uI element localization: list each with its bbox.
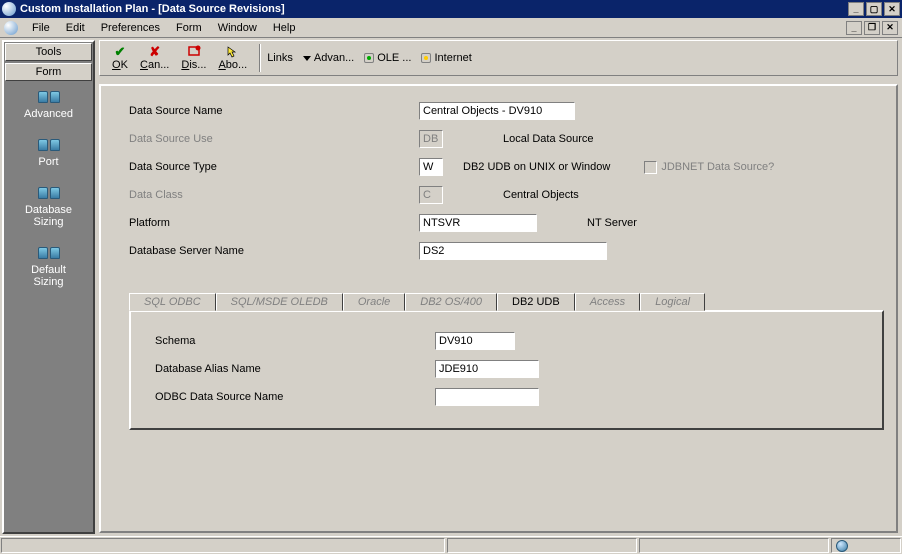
label-ds-use: Data Source Use xyxy=(129,133,419,145)
toolbar-separator xyxy=(259,44,261,72)
menu-preferences[interactable]: Preferences xyxy=(93,20,168,36)
mdi-window-controls: _ ❐ ✕ xyxy=(844,21,898,35)
label-platform: Platform xyxy=(129,217,419,229)
sidebar-item-database-sizing[interactable]: Database Sizing xyxy=(4,178,93,238)
input-alias[interactable] xyxy=(435,360,539,378)
status-cell-2 xyxy=(447,538,637,553)
close-button[interactable]: ✕ xyxy=(884,2,900,16)
input-ds-name[interactable] xyxy=(419,102,575,120)
x-icon: ✘ xyxy=(149,45,160,59)
input-ds-use xyxy=(419,130,443,148)
checkbox-box xyxy=(644,161,657,174)
text-data-class-desc: Central Objects xyxy=(503,189,579,201)
maximize-button[interactable]: ▢ xyxy=(866,2,882,16)
database-icon xyxy=(37,88,61,104)
label-db-server: Database Server Name xyxy=(129,245,419,257)
about-button[interactable]: Abo... xyxy=(212,45,253,71)
cursor-help-icon xyxy=(226,45,240,59)
toolbar: ✔ OK ✘ Can... Dis... Abo... Lin xyxy=(99,40,898,76)
label-data-class: Data Class xyxy=(129,189,419,201)
advanced-link[interactable]: Advan... xyxy=(303,52,354,64)
input-schema[interactable] xyxy=(435,332,515,350)
mdi-close-button[interactable]: ✕ xyxy=(882,21,898,35)
content-area: ✔ OK ✘ Can... Dis... Abo... Lin xyxy=(97,38,902,536)
sidebar-item-default-sizing[interactable]: Default Sizing xyxy=(4,238,93,298)
display-button[interactable]: Dis... xyxy=(175,45,212,71)
text-platform-desc: NT Server xyxy=(587,217,637,229)
checkbox-jdbnet: JDBNET Data Source? xyxy=(644,161,774,174)
ole-link[interactable]: OLE ... xyxy=(364,52,411,64)
input-odbc[interactable] xyxy=(435,388,539,406)
input-db-server[interactable] xyxy=(419,242,607,260)
sidebar-item-port[interactable]: Port xyxy=(4,130,93,178)
ole-icon xyxy=(364,53,374,63)
row-platform: Platform NT Server xyxy=(129,212,884,234)
label-odbc: ODBC Data Source Name xyxy=(155,391,435,403)
links-label: Links xyxy=(267,52,293,64)
main-area: Tools Form Advanced Port Database Sizing… xyxy=(0,38,902,536)
mdi-minimize-button[interactable]: _ xyxy=(846,21,862,35)
status-cell-4 xyxy=(831,538,901,553)
app-menu-icon[interactable] xyxy=(4,21,18,35)
row-ds-type: Data Source Type DB2 UDB on UNIX or Wind… xyxy=(129,156,884,178)
tab-db2-os400[interactable]: DB2 OS/400 xyxy=(405,293,497,311)
menu-file[interactable]: File xyxy=(24,20,58,36)
input-platform[interactable] xyxy=(419,214,537,232)
row-odbc: ODBC Data Source Name xyxy=(155,386,872,408)
ok-button[interactable]: ✔ OK xyxy=(106,45,134,71)
row-data-class: Data Class Central Objects xyxy=(129,184,884,206)
row-alias: Database Alias Name xyxy=(155,358,872,380)
label-schema: Schema xyxy=(155,335,435,347)
row-ds-name: Data Source Name xyxy=(129,100,884,122)
tab-pane-db2-udb: Schema Database Alias Name ODBC Data Sou… xyxy=(129,310,884,430)
database-icon xyxy=(37,244,61,260)
form-body: Data Source Name Data Source Use Local D… xyxy=(99,84,898,533)
triangle-down-icon xyxy=(303,56,311,61)
text-ds-use-desc: Local Data Source xyxy=(503,133,594,145)
title-bar: Custom Installation Plan - [Data Source … xyxy=(0,0,902,18)
internet-link[interactable]: Internet xyxy=(421,52,471,64)
row-ds-use: Data Source Use Local Data Source xyxy=(129,128,884,150)
mdi-restore-button[interactable]: ❐ xyxy=(864,21,880,35)
label-alias: Database Alias Name xyxy=(155,363,435,375)
text-ds-type-desc: DB2 UDB on UNIX or Window xyxy=(463,161,610,173)
window-title: Custom Installation Plan - [Data Source … xyxy=(20,3,846,15)
sidebar-tab-tools[interactable]: Tools xyxy=(5,43,92,61)
tab-sql-odbc[interactable]: SQL ODBC xyxy=(129,293,216,311)
globe-icon xyxy=(836,540,848,552)
menu-edit[interactable]: Edit xyxy=(58,20,93,36)
menu-form[interactable]: Form xyxy=(168,20,210,36)
tab-strip: SQL ODBC SQL/MSDE OLEDB Oracle DB2 OS/40… xyxy=(129,292,884,310)
database-icon xyxy=(37,136,61,152)
status-cell-1 xyxy=(1,538,445,553)
internet-icon xyxy=(421,53,431,63)
label-ds-type: Data Source Type xyxy=(129,161,419,173)
status-cell-3 xyxy=(639,538,829,553)
row-schema: Schema xyxy=(155,330,872,352)
status-bar xyxy=(0,536,902,554)
menu-help[interactable]: Help xyxy=(265,20,304,36)
check-icon: ✔ xyxy=(115,45,126,59)
row-db-server: Database Server Name xyxy=(129,240,884,262)
tab-db2-udb[interactable]: DB2 UDB xyxy=(497,293,575,311)
tab-access[interactable]: Access xyxy=(575,293,640,311)
tab-oracle[interactable]: Oracle xyxy=(343,293,405,311)
tab-logical[interactable]: Logical xyxy=(640,293,705,311)
tab-sql-msde-oledb[interactable]: SQL/MSDE OLEDB xyxy=(216,293,343,311)
sidebar-item-advanced[interactable]: Advanced xyxy=(4,82,93,130)
sidebar-tab-form[interactable]: Form xyxy=(5,63,92,81)
menu-window[interactable]: Window xyxy=(210,20,265,36)
input-ds-type[interactable] xyxy=(419,158,443,176)
sidebar: Tools Form Advanced Port Database Sizing… xyxy=(2,40,95,534)
label-ds-name: Data Source Name xyxy=(129,105,419,117)
minimize-button[interactable]: _ xyxy=(848,2,864,16)
database-icon xyxy=(37,184,61,200)
app-icon xyxy=(2,2,16,16)
display-icon xyxy=(187,45,201,59)
input-data-class xyxy=(419,186,443,204)
cancel-button[interactable]: ✘ Can... xyxy=(134,45,175,71)
menu-bar: File Edit Preferences Form Window Help _… xyxy=(0,18,902,38)
